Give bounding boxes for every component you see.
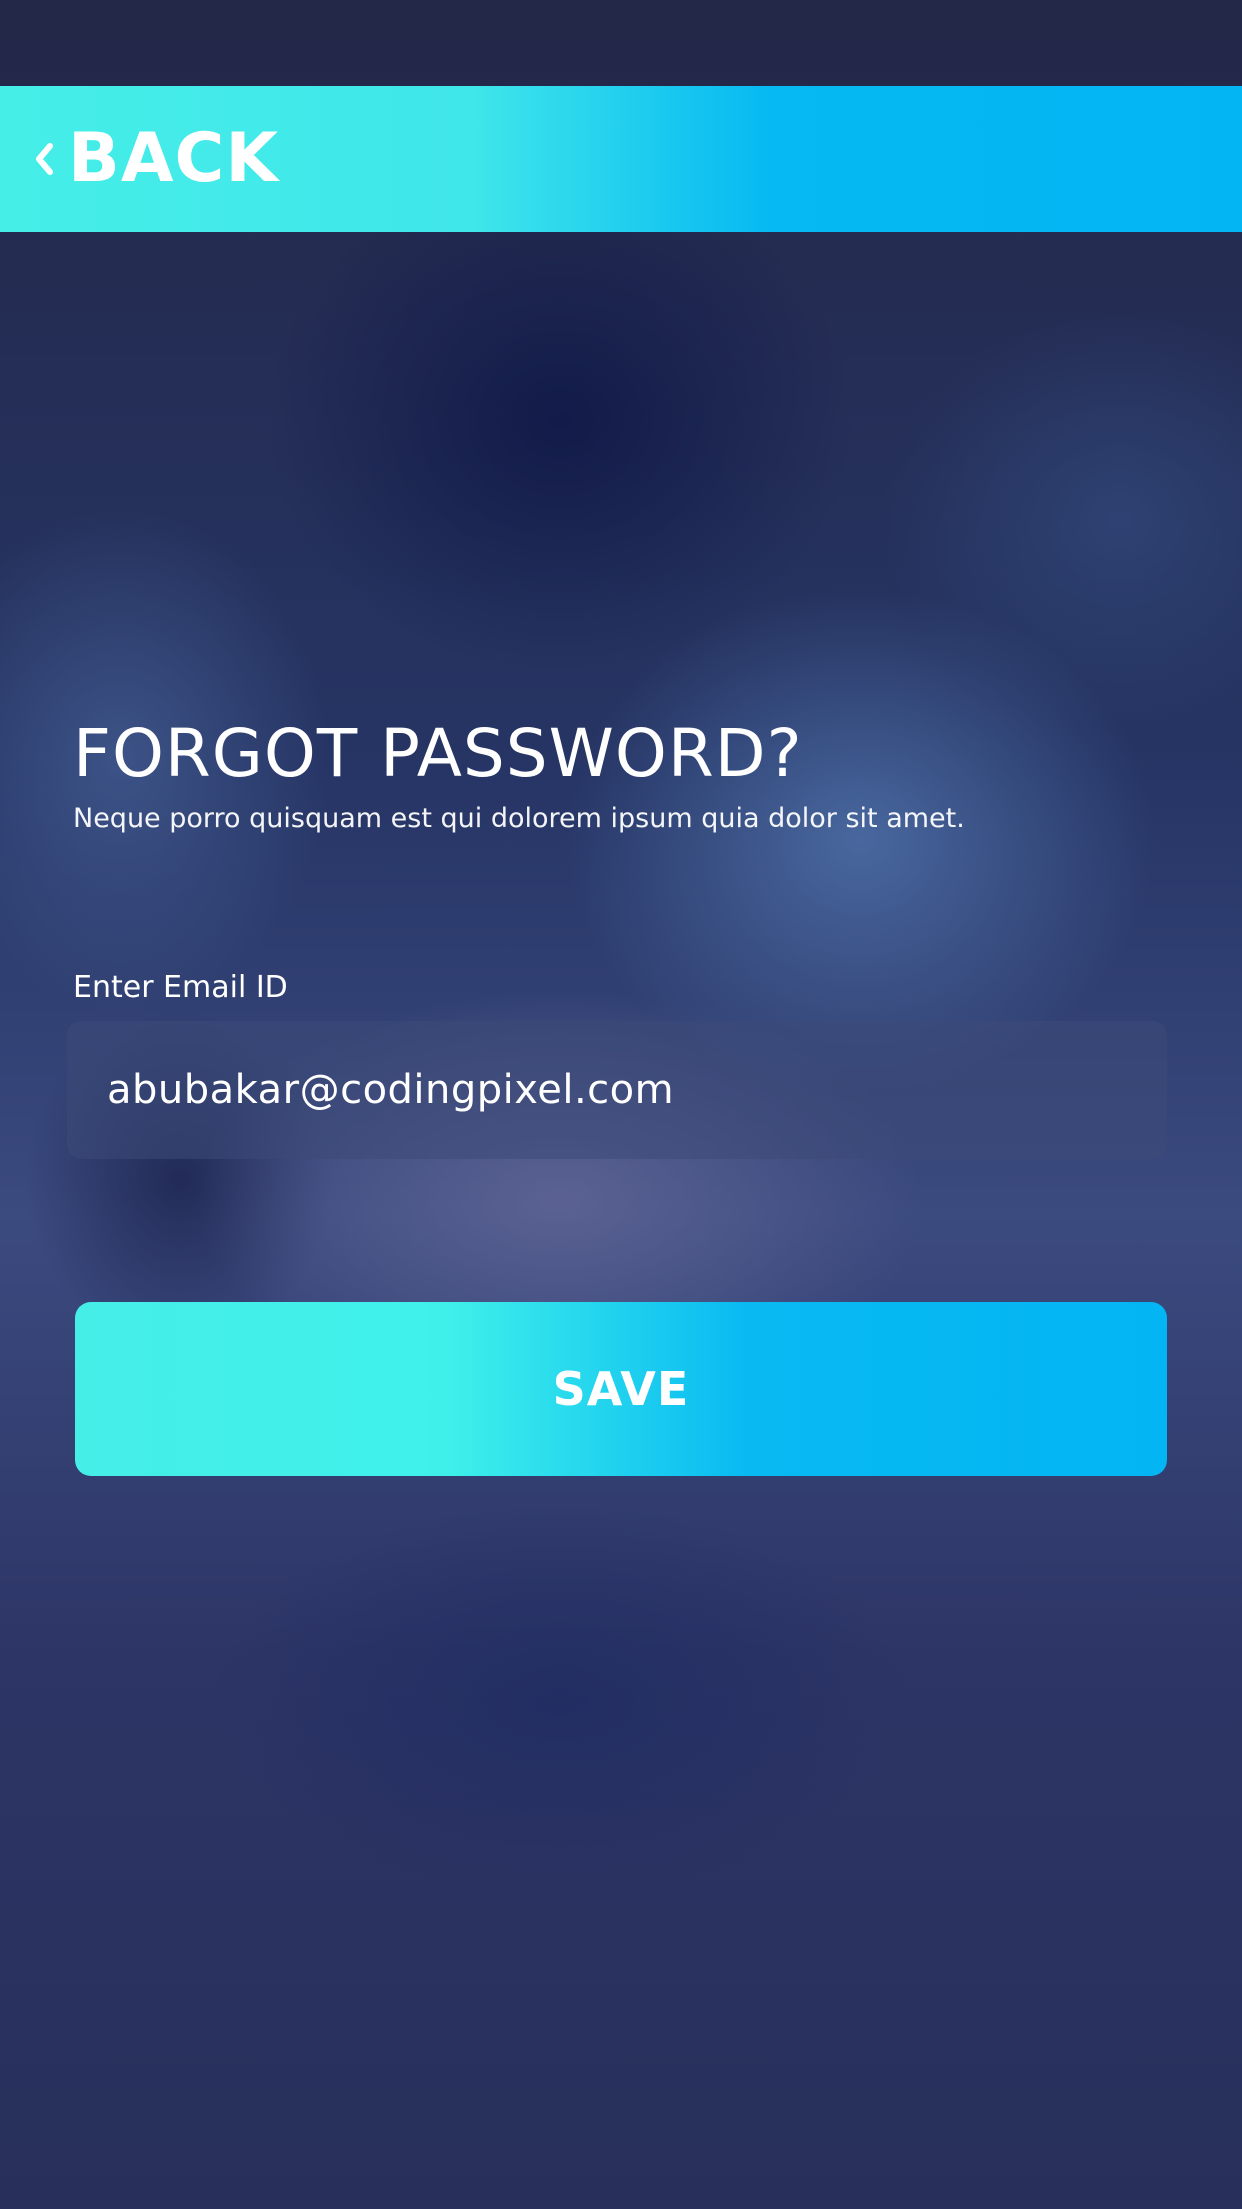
chevron-left-icon (36, 143, 53, 175)
forgot-password-heading: FORGOT PASSWORD? Neque porro quisquam es… (73, 715, 1173, 834)
save-button[interactable]: SAVE (75, 1302, 1167, 1476)
email-field-label: Enter Email ID (73, 970, 288, 1005)
email-field[interactable] (67, 1021, 1167, 1159)
page-subtitle: Neque porro quisquam est qui dolorem ips… (73, 802, 965, 834)
status-bar-area (0, 0, 1242, 86)
page-title: FORGOT PASSWORD? (73, 715, 803, 792)
nav-bar: BACK (0, 86, 1242, 232)
back-button[interactable]: BACK (34, 125, 279, 193)
save-button-label: SAVE (552, 1362, 690, 1416)
back-label: BACK (68, 119, 280, 198)
email-input[interactable] (107, 1067, 1127, 1113)
